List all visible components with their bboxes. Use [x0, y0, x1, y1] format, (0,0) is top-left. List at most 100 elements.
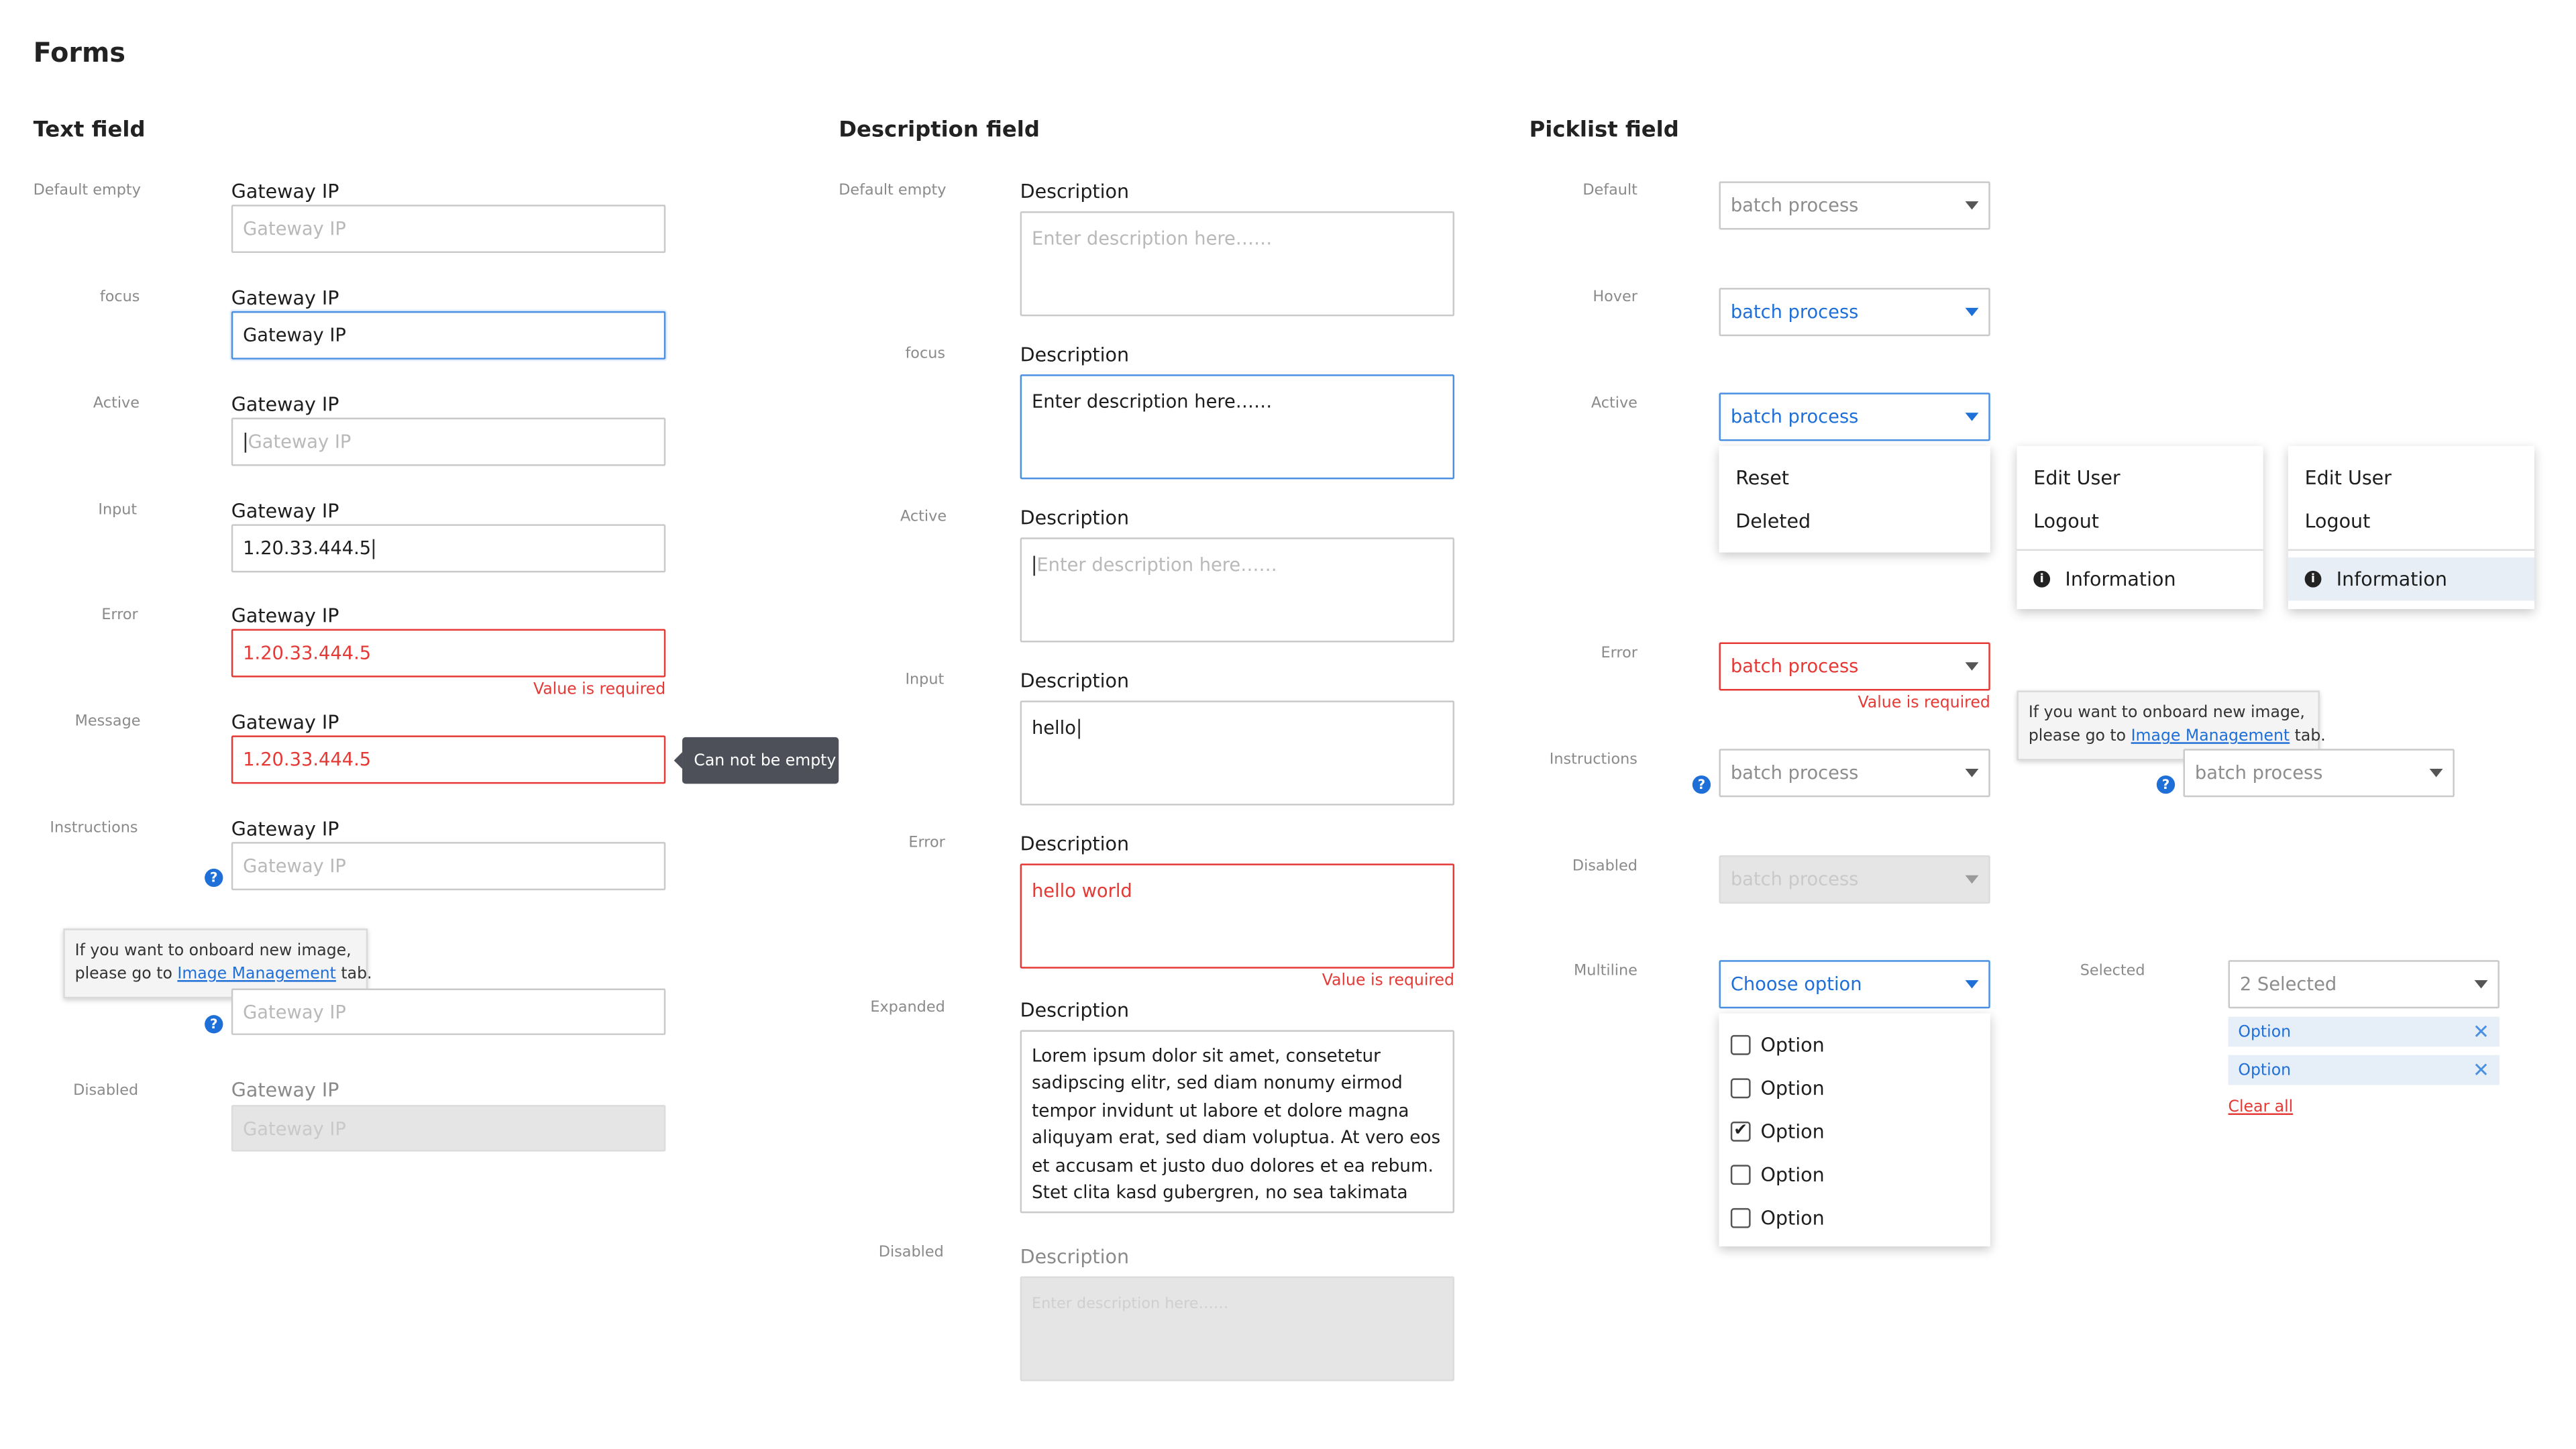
chip-label: Option — [2238, 1061, 2292, 1079]
gateway-ip-input-with-tooltip[interactable]: Gateway IP — [231, 988, 666, 1035]
text-field-section-title: Text field — [33, 118, 146, 144]
option-item[interactable]: Option — [1719, 1153, 1990, 1196]
description-textarea-filled[interactable]: hello — [1020, 700, 1455, 806]
field-label: Gateway IP — [231, 392, 339, 417]
chevron-down-icon — [1965, 875, 1979, 884]
option-item[interactable]: Option — [1719, 1197, 1990, 1240]
gateway-ip-input-disabled: Gateway IP — [231, 1105, 666, 1152]
picklist-value: batch process — [2194, 762, 2323, 784]
state-label-instructions: Instructions — [50, 820, 138, 837]
checkbox[interactable] — [1730, 1034, 1751, 1055]
expanded-line: Stet clita kasd gubergren, no sea takima… — [1031, 1183, 1408, 1203]
chip-label: Option — [2238, 1022, 2292, 1041]
menu-item-logout[interactable]: Logout — [2017, 499, 2263, 542]
close-icon[interactable]: ✕ — [2473, 1059, 2489, 1082]
description-textarea-error[interactable]: hello world — [1020, 863, 1455, 969]
description-textarea-focus[interactable]: Enter description here…… — [1020, 374, 1455, 480]
gateway-ip-input-message[interactable]: 1.20.33.444.5 — [231, 735, 666, 784]
menu-item-information[interactable]: i Information — [2288, 557, 2534, 601]
picklist-disabled: batch process — [1719, 855, 1990, 904]
picklist-selected[interactable]: 2 Selected — [2228, 960, 2500, 1009]
field-label: Description — [1020, 998, 1130, 1022]
image-management-link[interactable]: Image Management — [177, 965, 336, 983]
clear-all-link[interactable]: Clear all — [2229, 1098, 2294, 1116]
selected-chip: Option ✕ — [2228, 1055, 2500, 1085]
help-icon[interactable]: ? — [1692, 775, 1711, 794]
checkbox-checked[interactable]: ✔ — [1730, 1121, 1751, 1142]
gateway-ip-input-instructions[interactable]: Gateway IP — [231, 842, 666, 891]
picklist-value: batch process — [1730, 301, 1859, 323]
picklist-value: batch process — [1730, 868, 1859, 891]
expanded-line: sadipscing elitr, sed diam nonumy eirmod — [1031, 1073, 1403, 1094]
picklist-error[interactable]: batch process — [1719, 642, 1990, 691]
picklist-instructions[interactable]: batch process — [1719, 749, 1990, 798]
info-icon: i — [2033, 570, 2051, 588]
description-textarea-default[interactable]: Enter description here…… — [1020, 211, 1455, 317]
expanded-line: aliquyam erat, sed diam voluptua. At ver… — [1031, 1128, 1441, 1149]
state-label-instructions: Instructions — [1549, 752, 1638, 769]
close-icon[interactable]: ✕ — [2473, 1020, 2489, 1044]
state-label-error: Error — [908, 835, 945, 853]
field-label: Gateway IP — [231, 816, 339, 841]
help-icon[interactable]: ? — [205, 1015, 223, 1034]
option-item[interactable]: ✔ Option — [1719, 1110, 1990, 1153]
field-label: Gateway IP — [231, 179, 339, 203]
picklist-default[interactable]: batch process — [1719, 181, 1990, 230]
option-label: Option — [1760, 1206, 1825, 1230]
state-label-default-empty: Default empty — [33, 182, 141, 200]
expanded-line: Lorem ipsum dolor sit amet, consetetur — [1031, 1046, 1381, 1067]
selected-chip: Option ✕ — [2228, 1016, 2500, 1047]
field-label: Description — [1020, 669, 1130, 692]
field-label: Gateway IP — [231, 710, 339, 734]
error-message: Value is required — [1322, 971, 1455, 990]
state-label-default-empty: Default empty — [839, 182, 947, 200]
state-label-disabled: Disabled — [878, 1244, 944, 1262]
expanded-line: tempor invidunt ut labore et dolore magn… — [1031, 1101, 1409, 1122]
chevron-down-icon — [1965, 413, 1979, 421]
picklist-instructions-tooltip[interactable]: batch process — [2183, 749, 2455, 798]
field-label: Description — [1020, 506, 1130, 529]
gateway-ip-input-focus[interactable]: Gateway IP — [231, 311, 666, 360]
menu-item-reset[interactable]: Reset — [1719, 456, 1990, 499]
picklist-value: batch process — [1730, 762, 1859, 784]
chevron-down-icon — [1965, 980, 1979, 989]
gateway-ip-input-filled[interactable]: 1.20.33.444.5 — [231, 524, 666, 573]
menu-item-deleted[interactable]: Deleted — [1719, 499, 1990, 542]
picklist-hover[interactable]: batch process — [1719, 288, 1990, 337]
picklist-multiline[interactable]: Choose option — [1719, 960, 1990, 1009]
menu-item-edit-user[interactable]: Edit User — [2017, 456, 2263, 499]
state-label-active: Active — [93, 396, 140, 413]
help-icon[interactable]: ? — [2156, 775, 2176, 794]
chevron-down-icon — [1965, 201, 1979, 210]
gateway-ip-input-error[interactable]: 1.20.33.444.5 — [231, 629, 666, 678]
user-menu-hover: Edit User Logout i Information — [2288, 445, 2534, 609]
picklist-active[interactable]: batch process — [1719, 392, 1990, 441]
chevron-down-icon — [1965, 307, 1979, 317]
checkbox[interactable] — [1730, 1165, 1751, 1185]
gateway-ip-input-active[interactable]: Gateway IP — [231, 417, 666, 466]
field-label: Description — [1020, 832, 1130, 856]
description-field-section-title: Description field — [839, 118, 1040, 144]
text-caret — [1033, 555, 1035, 576]
tooltip-line-1: If you want to onboard new image, — [2028, 704, 2305, 722]
description-textarea-active[interactable]: Enter description here…… — [1020, 537, 1455, 643]
checkbox[interactable] — [1730, 1208, 1751, 1228]
option-item[interactable]: Option — [1719, 1024, 1990, 1067]
gateway-ip-input-default[interactable]: Gateway IP — [231, 205, 666, 254]
checkbox[interactable] — [1730, 1078, 1751, 1099]
description-textarea-expanded[interactable]: Lorem ipsum dolor sit amet, consetetur s… — [1020, 1030, 1455, 1214]
chevron-down-icon — [2429, 769, 2443, 777]
picklist-field-section-title: Picklist field — [1529, 118, 1679, 144]
tooltip-line-2-prefix: please go to — [74, 965, 178, 984]
menu-item-information[interactable]: i Information — [2017, 557, 2263, 600]
field-label: Description — [1020, 179, 1130, 203]
help-icon[interactable]: ? — [205, 868, 223, 888]
option-label: Option — [1760, 1076, 1825, 1100]
image-management-link[interactable]: Image Management — [2131, 727, 2290, 745]
state-label-focus: focus — [99, 289, 140, 307]
menu-item-logout[interactable]: Logout — [2288, 499, 2534, 542]
text-caret — [244, 431, 247, 452]
input-placeholder: Gateway IP — [248, 431, 352, 453]
menu-item-edit-user[interactable]: Edit User — [2288, 456, 2534, 499]
option-item[interactable]: Option — [1719, 1067, 1990, 1110]
